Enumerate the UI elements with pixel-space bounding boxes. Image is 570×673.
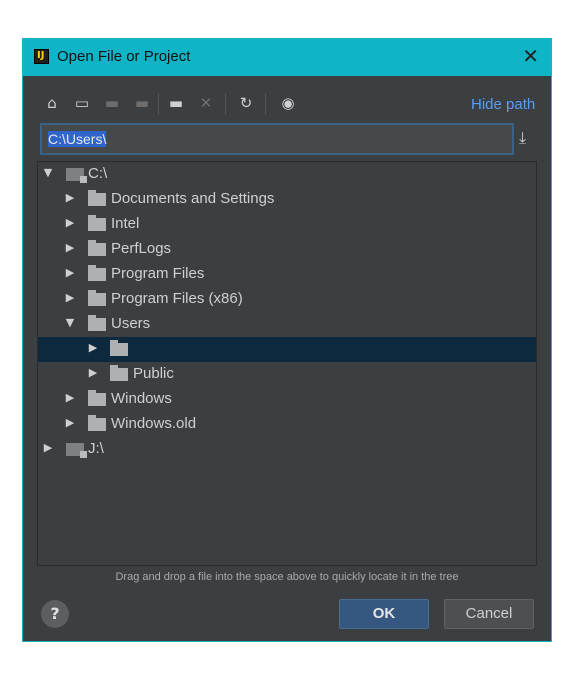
expand-arrow-icon[interactable]: ▼: [42, 166, 54, 179]
close-button[interactable]: ✕: [522, 46, 539, 66]
tree-label: Public: [133, 365, 174, 382]
folder-icon: [88, 215, 106, 231]
path-value: C:\Users\: [48, 131, 107, 147]
collapse-arrow-icon[interactable]: ▶: [64, 216, 76, 229]
collapse-arrow-icon[interactable]: ▶: [87, 366, 99, 379]
toolbar-divider: [158, 93, 159, 115]
path-input[interactable]: C:\Users\: [40, 123, 514, 155]
ok-button[interactable]: OK: [339, 599, 429, 629]
file-tree[interactable]: ▼ C:\ ▶ Documents and Settings ▶ Intel ▶…: [37, 161, 537, 566]
tree-row-intel[interactable]: ▶ Intel: [38, 212, 536, 237]
tree-row-windows[interactable]: ▶ Windows: [38, 387, 536, 412]
app-logo-icon: IJ: [34, 49, 49, 64]
tree-label: Intel: [111, 215, 140, 232]
drive-icon: [66, 443, 87, 458]
tree-label: C:\: [88, 165, 108, 182]
tree-row-c-drive[interactable]: ▼ C:\: [38, 162, 536, 187]
new-folder-icon[interactable]: ▬: [165, 92, 187, 114]
tree-row-j-drive[interactable]: ▶ J:\: [38, 437, 536, 462]
collapse-arrow-icon[interactable]: ▶: [64, 416, 76, 429]
download-icon[interactable]: ⤓: [519, 128, 526, 148]
project-folder-icon[interactable]: ▬: [101, 92, 123, 114]
collapse-arrow-icon[interactable]: ▶: [42, 441, 54, 454]
tree-label: Program Files: [111, 265, 205, 282]
collapse-arrow-icon[interactable]: ▶: [64, 291, 76, 304]
collapse-arrow-icon[interactable]: ▶: [87, 341, 99, 354]
app-logo-text: IJ: [37, 50, 45, 61]
folder-icon: [88, 240, 106, 256]
folder-icon: [88, 265, 106, 281]
module-folder-icon[interactable]: ▬: [131, 92, 153, 114]
delete-icon[interactable]: ✕: [195, 92, 217, 114]
help-icon[interactable]: ?: [41, 600, 69, 628]
tree-label: J:\: [88, 440, 104, 457]
folder-icon: [110, 365, 128, 381]
refresh-icon[interactable]: ↻: [235, 92, 257, 114]
toolbar: ⌂ ▭ ▬ ▬ ▬ ✕ ↻ ◉: [41, 92, 521, 116]
tree-row-windows-old[interactable]: ▶ Windows.old: [38, 412, 536, 437]
folder-icon: [88, 415, 106, 431]
folder-link-icon: [88, 190, 106, 206]
cancel-button[interactable]: Cancel: [444, 599, 534, 629]
tree-row-public[interactable]: ▶ Public: [38, 362, 536, 387]
toolbar-divider: [265, 93, 266, 115]
tree-label: Program Files (x86): [111, 290, 243, 307]
expand-arrow-icon[interactable]: ▼: [64, 316, 76, 329]
folder-icon: [88, 315, 106, 331]
tree-row-program-files[interactable]: ▶ Program Files: [38, 262, 536, 287]
collapse-arrow-icon[interactable]: ▶: [64, 191, 76, 204]
drive-icon: [66, 168, 87, 183]
tree-row-users[interactable]: ▼ Users: [38, 312, 536, 337]
hide-path-link[interactable]: Hide path: [471, 96, 535, 113]
open-file-dialog: IJ Open File or Project ✕ ⌂ ▭ ▬ ▬ ▬ ✕ ↻ …: [22, 38, 552, 642]
tree-row-user-folder-selected[interactable]: ▶: [38, 337, 536, 362]
tree-label: Windows.old: [111, 415, 197, 432]
collapse-arrow-icon[interactable]: ▶: [64, 266, 76, 279]
collapse-arrow-icon[interactable]: ▶: [64, 391, 76, 404]
tree-row-program-files-x86[interactable]: ▶ Program Files (x86): [38, 287, 536, 312]
tree-label: Documents and Settings: [111, 190, 275, 207]
collapse-arrow-icon[interactable]: ▶: [64, 241, 76, 254]
toolbar-divider: [225, 93, 226, 115]
tree-label: PerfLogs: [111, 240, 172, 257]
folder-icon: [88, 390, 106, 406]
drag-drop-hint: Drag and drop a file into the space abov…: [115, 571, 459, 583]
desktop-icon[interactable]: ▭: [71, 92, 93, 114]
tree-row-perflogs[interactable]: ▶ PerfLogs: [38, 237, 536, 262]
folder-icon: [110, 340, 128, 356]
home-icon[interactable]: ⌂: [41, 92, 63, 114]
folder-icon: [88, 290, 106, 306]
title-bar[interactable]: IJ Open File or Project ✕: [23, 39, 551, 76]
tree-row-documents-and-settings[interactable]: ▶ Documents and Settings: [38, 187, 536, 212]
dialog-title: Open File or Project: [57, 48, 191, 65]
tree-label: Users: [111, 315, 151, 332]
show-hidden-icon[interactable]: ◉: [277, 92, 299, 114]
tree-label: Windows: [111, 390, 172, 407]
